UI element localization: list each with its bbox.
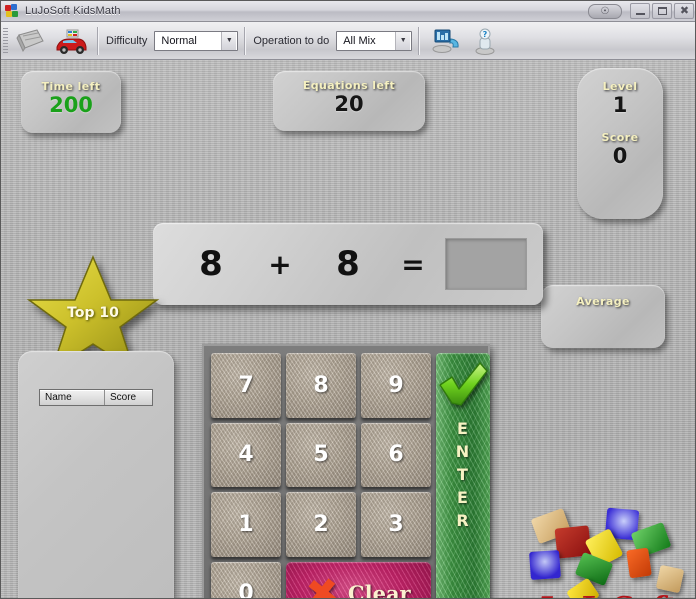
time-left-value: 200 xyxy=(49,93,93,117)
enter-letter: E xyxy=(457,419,469,438)
svg-text:?: ? xyxy=(483,30,488,39)
difficulty-value: Normal xyxy=(161,34,197,47)
equation-operand-a: 8 xyxy=(199,244,223,284)
chevron-down-icon[interactable]: ▼ xyxy=(395,31,411,50)
keypad-clear-label: Clear xyxy=(347,581,411,599)
operation-value: All Mix xyxy=(343,34,376,47)
minimize-button[interactable] xyxy=(630,3,650,19)
enter-label: E N T E R xyxy=(456,417,470,532)
statistics-icon[interactable] xyxy=(427,25,463,57)
new-game-icon[interactable] xyxy=(13,25,49,57)
equations-left-value: 20 xyxy=(334,92,364,116)
key-5[interactable]: 5 xyxy=(286,422,356,487)
title-bar: LuJoSoft KidsMath ☉ ✖ xyxy=(1,1,695,22)
robot-help-icon[interactable]: ? xyxy=(467,25,503,57)
time-left-panel: Time left 200 xyxy=(21,71,121,133)
green-checkmark-icon xyxy=(436,359,490,411)
race-car-icon[interactable] xyxy=(53,25,89,57)
toolbar: Difficulty Normal ▼ Operation to do All … xyxy=(1,22,695,60)
puzzle-icon xyxy=(5,4,19,18)
difficulty-label: Difficulty xyxy=(106,34,148,47)
toolbar-separator xyxy=(97,26,98,55)
average-panel: Average xyxy=(541,285,665,348)
window-title: LuJoSoft KidsMath xyxy=(25,5,121,17)
keypad: 7 8 9 E N T E R 4 5 6 1 2 3 0 ✖ Clear xyxy=(202,344,490,599)
score-value: 0 xyxy=(612,144,628,168)
key-0[interactable]: 0 xyxy=(211,561,281,598)
level-score-panel: Level 1 Score 0 xyxy=(577,68,663,219)
toolbar-separator xyxy=(418,26,420,55)
equation-operand-b: 8 xyxy=(336,244,360,284)
equation-display: 8 + 8 = xyxy=(153,223,543,305)
average-label: Average xyxy=(576,295,630,308)
key-4[interactable]: 4 xyxy=(211,422,281,487)
enter-letter: E xyxy=(457,488,469,507)
block-blue-2 xyxy=(529,549,561,581)
equation-equals-sign: = xyxy=(401,247,425,281)
level-label: Level xyxy=(602,80,638,93)
key-7[interactable]: 7 xyxy=(211,353,281,418)
key-3[interactable]: 3 xyxy=(361,492,431,557)
enter-button[interactable]: E N T E R xyxy=(436,353,490,598)
window-controls: ☉ ✖ xyxy=(588,3,694,19)
keypad-grid: 7 8 9 E N T E R 4 5 6 1 2 3 0 ✖ Clear xyxy=(211,353,490,599)
column-header-score[interactable]: Score xyxy=(105,390,152,405)
close-button[interactable]: ✖ xyxy=(674,3,694,19)
block-tan-2 xyxy=(655,564,685,594)
toolbar-grip[interactable] xyxy=(3,27,8,54)
key-6[interactable]: 6 xyxy=(361,422,431,487)
highscore-header: Name Score xyxy=(39,389,153,406)
answer-input[interactable] xyxy=(445,238,527,290)
logo-text: LuJoSoft xyxy=(520,591,694,598)
key-9[interactable]: 9 xyxy=(361,353,431,418)
equations-left-panel: Equations left 20 xyxy=(273,71,425,131)
highscore-list[interactable] xyxy=(39,406,153,586)
help-button[interactable]: ☉ xyxy=(588,3,622,19)
lujosoft-logo: LuJoSoft xyxy=(520,507,694,598)
game-board: Time left 200 Equations left 20 Level 1 … xyxy=(1,60,695,599)
block-orange xyxy=(626,547,652,579)
key-2[interactable]: 2 xyxy=(286,492,356,557)
key-1[interactable]: 1 xyxy=(211,492,281,557)
chevron-down-icon[interactable]: ▼ xyxy=(221,31,237,50)
column-header-name[interactable]: Name xyxy=(40,390,105,405)
equations-left-label: Equations left xyxy=(302,79,396,92)
operation-label: Operation to do xyxy=(253,34,330,47)
red-x-icon: ✖ xyxy=(304,569,343,599)
key-8[interactable]: 8 xyxy=(286,353,356,418)
enter-letter: N xyxy=(455,442,471,461)
maximize-button[interactable] xyxy=(652,3,672,19)
enter-letter: T xyxy=(457,465,469,484)
equation-operator: + xyxy=(268,247,292,281)
enter-letter: R xyxy=(456,511,470,530)
toolbar-separator xyxy=(244,26,246,55)
score-label: Score xyxy=(601,131,639,144)
keypad-clear-button[interactable]: ✖ Clear xyxy=(286,561,431,599)
difficulty-select[interactable]: Normal ▼ xyxy=(154,30,239,51)
highscore-panel: Name Score Clear xyxy=(18,351,174,598)
time-left-label: Time left xyxy=(41,80,101,93)
application-window: LuJoSoft KidsMath ☉ ✖ Difficulty Normal … xyxy=(0,0,696,599)
level-value: 1 xyxy=(612,93,628,117)
operation-select[interactable]: All Mix ▼ xyxy=(336,30,413,51)
